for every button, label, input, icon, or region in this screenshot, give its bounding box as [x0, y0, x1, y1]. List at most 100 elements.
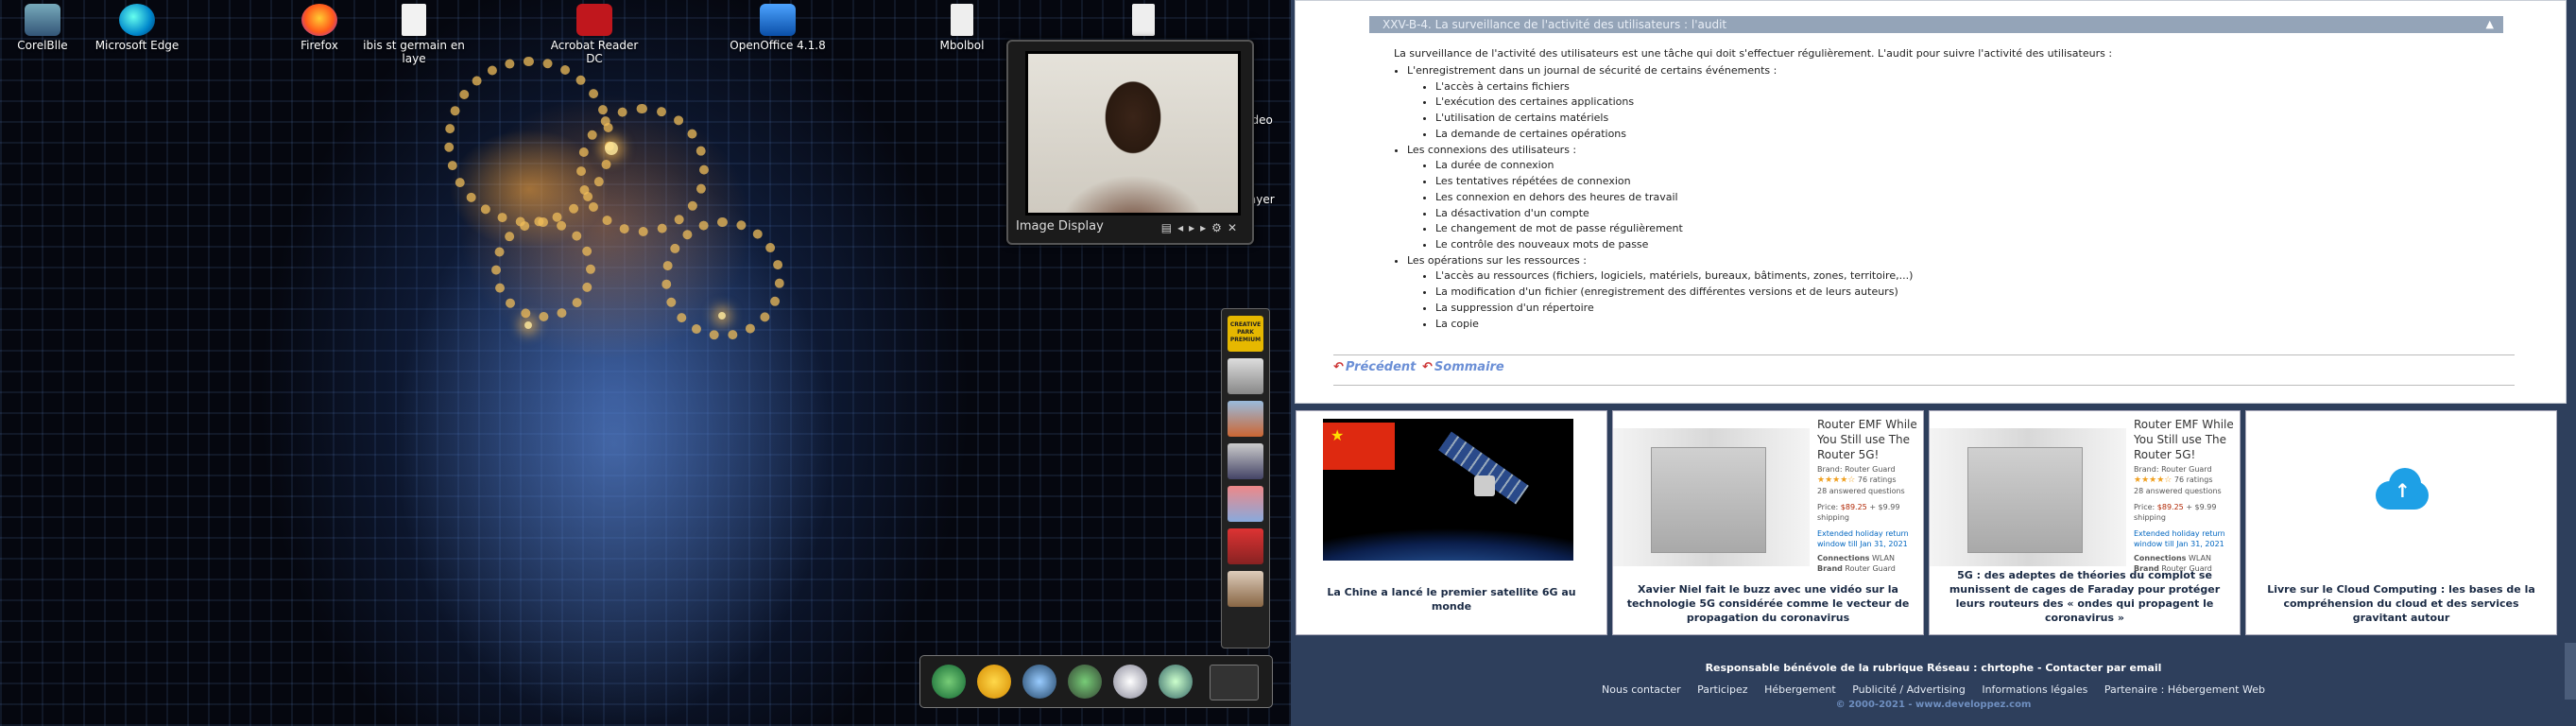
footer-link-advertising[interactable]: Publicité / Advertising: [1852, 683, 1966, 696]
previous-link[interactable]: ↶ Précédent: [1333, 360, 1416, 374]
router-image: [1651, 447, 1766, 553]
product-brand: Brand: Router Guard: [1817, 465, 1896, 474]
desktop-icon-file[interactable]: ibis st germain en laye: [362, 4, 466, 65]
dock-app-icon[interactable]: [1228, 358, 1263, 394]
desktop-icon-label: Microsoft Edge: [94, 39, 180, 52]
gadget-icon[interactable]: [1022, 665, 1056, 699]
spec-label: Connections: [2134, 554, 2187, 562]
related-article-card[interactable]: ★ La Chine a lancé le premier satellite …: [1296, 410, 1607, 635]
satellite-thumbnail: ★: [1323, 419, 1573, 561]
product-meta: Brand: Router Guard ★★★★☆ 76 ratings 28 …: [2134, 464, 2238, 574]
document-icon: [402, 4, 426, 36]
list-item: Le changement de mot de passe régulièrem…: [1435, 221, 1913, 237]
footer-link-partner[interactable]: Partenaire : Hébergement Web: [2104, 683, 2265, 696]
dock-app-icon[interactable]: [1228, 401, 1263, 437]
list-item: L'utilisation de certains matériels: [1435, 111, 1913, 127]
divider: [1333, 354, 2515, 355]
gadget-icon[interactable]: [1113, 665, 1147, 699]
footer-link-contact[interactable]: Nous contacter: [1602, 683, 1681, 696]
related-article-card[interactable]: Router EMF While You Still use The Route…: [1929, 410, 2241, 635]
article-section: XXV-B-4. La surveillance de l'activité d…: [1295, 0, 2567, 404]
vertical-dock: CREATIVE PARK PREMIUM: [1221, 308, 1270, 648]
desktop-icon-corelbile[interactable]: CorelBlle: [0, 4, 94, 52]
footer-link-hosting[interactable]: Hébergement: [1764, 683, 1836, 696]
product-price: $89.25: [1840, 503, 1867, 511]
dock-app-icon[interactable]: [1228, 443, 1263, 479]
previous-arrow-icon: ↶: [1333, 360, 1344, 374]
desktop-icon-firefox[interactable]: Firefox: [267, 4, 371, 52]
footer-responsible[interactable]: Responsable bénévole de la rubrique Rése…: [1291, 662, 2576, 674]
browser-page: XXV-B-4. La surveillance de l'activité d…: [1291, 0, 2576, 726]
summary-link[interactable]: ↶ Sommaire: [1422, 360, 1504, 374]
desktop-icon-edge[interactable]: Microsoft Edge: [85, 4, 189, 52]
image-display-gadget[interactable]: Image Display ▤◂▸▸⚙✕: [1006, 40, 1254, 245]
dock-app-icon[interactable]: [1228, 486, 1263, 522]
list-item: La durée de connexion: [1435, 158, 1913, 174]
footer-link-participate[interactable]: Participez: [1697, 683, 1747, 696]
product-brand: Brand: Router Guard: [2134, 465, 2212, 474]
slideshow-controls[interactable]: ▤◂▸▸⚙✕: [1161, 221, 1243, 234]
app-icon: [25, 4, 60, 36]
desktop-icon-folder[interactable]: [1091, 4, 1195, 39]
next-icon[interactable]: ▸: [1200, 221, 1211, 234]
close-icon[interactable]: ✕: [1228, 221, 1243, 234]
view-icon[interactable]: ▤: [1161, 221, 1177, 234]
collapse-icon[interactable]: ▲: [2486, 16, 2494, 33]
list-item: Les connexions des utilisateurs : La dur…: [1407, 143, 1913, 253]
card-caption: 5G : des adeptes de théories du complot …: [1949, 569, 2221, 624]
desktop-icon-mbolbol[interactable]: Mbolbol: [910, 4, 1014, 52]
document-icon: [951, 4, 973, 36]
wallpaper-light: [605, 142, 618, 155]
router-thumbnail: [1613, 428, 1810, 566]
price-label: Price:: [2134, 503, 2155, 511]
desktop-icon-label: Firefox: [301, 39, 338, 52]
openoffice-icon: [760, 4, 796, 36]
footer-link-legal[interactable]: Informations légales: [1982, 683, 2087, 696]
product-price: $89.25: [2156, 503, 2184, 511]
list-item: La modification d'un fichier (enregistre…: [1435, 285, 1913, 301]
product-answered: 28 answered questions: [1817, 487, 1905, 495]
settings-icon[interactable]: ⚙: [1211, 221, 1228, 234]
product-title: Router EMF While You Still use The Route…: [2134, 418, 2234, 461]
intro-text: La surveillance de l'activité des utilis…: [1394, 47, 2113, 60]
image-display-label: Image Display: [1016, 219, 1104, 233]
dock-badge[interactable]: CREATIVE PARK PREMIUM: [1228, 316, 1263, 352]
summary-label: Sommaire: [1434, 360, 1504, 374]
dock-app-icon[interactable]: [1228, 571, 1263, 607]
product-meta: Brand: Router Guard ★★★★☆ 76 ratings 28 …: [1817, 464, 1921, 574]
gadget-bar: [919, 655, 1273, 708]
document-icon: [1132, 4, 1155, 36]
group-title: Les opérations sur les ressources :: [1407, 253, 1587, 267]
desktop-icon-label: ibis st germain en laye: [363, 39, 465, 65]
gadget-icon[interactable]: [1159, 665, 1193, 699]
list-item: L'exécution des certaines applications: [1435, 95, 1913, 111]
desktop-icon-label: Mbolbol: [939, 39, 985, 52]
gadget-icon[interactable]: [932, 665, 966, 699]
gadget-icon[interactable]: [977, 665, 1011, 699]
previous-label: Précédent: [1345, 360, 1417, 374]
list-item: Le contrôle des nouveaux mots de passe: [1435, 237, 1913, 253]
desktop-icon-acrobat[interactable]: Acrobat Reader DC: [542, 4, 646, 65]
gadget-icon[interactable]: [1068, 665, 1102, 699]
wallpaper-light: [718, 312, 726, 320]
product-returns: Extended holiday return window till Jan …: [1817, 529, 1909, 548]
spec-value: Router Guard: [1845, 564, 1896, 573]
related-article-card[interactable]: ↑ Livre sur le Cloud Computing : les bas…: [2245, 410, 2557, 635]
rating-stars-icon: ★★★★☆: [2134, 475, 2172, 485]
footer-links: Nous contacter Participez Hébergement Pu…: [1291, 683, 2576, 696]
related-article-card[interactable]: Router EMF While You Still use The Route…: [1612, 410, 1924, 635]
spec-value: WLAN: [1872, 554, 1896, 562]
list-item: Les tentatives répétées de connexion: [1435, 174, 1913, 190]
gadget-icon[interactable]: [1210, 665, 1259, 700]
section-header[interactable]: XXV-B-4. La surveillance de l'activité d…: [1369, 16, 2503, 33]
dock-app-icon[interactable]: [1228, 528, 1263, 564]
scrollbar-thumb[interactable]: [2565, 643, 2576, 700]
wallpaper-light: [524, 321, 532, 329]
list-item: La suppression d'un répertoire: [1435, 301, 1913, 317]
play-icon[interactable]: ▸: [1189, 221, 1200, 234]
list-item: L'accès à certains fichiers: [1435, 79, 1913, 95]
list-item: La copie: [1435, 317, 1913, 333]
desktop-icon-openoffice[interactable]: OpenOffice 4.1.8: [726, 4, 830, 52]
cloud-upload-icon: ↑: [2366, 468, 2436, 511]
previous-icon[interactable]: ◂: [1177, 221, 1189, 234]
